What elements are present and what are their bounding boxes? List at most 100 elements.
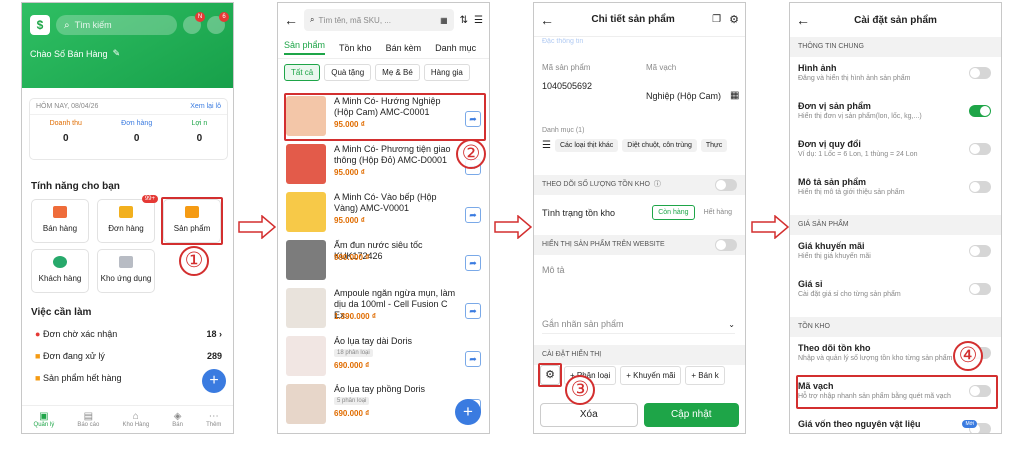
badge: 6 [219, 12, 229, 22]
setting-row[interactable]: Đơn vị sản phẩm Hiển thị đơn vị sản phẩm(… [798, 101, 991, 120]
nav-manage[interactable]: ▣ Quản lý [34, 411, 55, 428]
setting-row[interactable]: Giá khuyến mãi Hiển thị giá khuyến mãi [798, 241, 991, 260]
category-chip[interactable]: Thực [700, 139, 728, 152]
task-row[interactable]: ■ Sản phẩm hết hàng [29, 367, 228, 389]
tab-bar: Sản phẩm Tồn kho Bán kèm Danh mục [278, 37, 489, 59]
barcode-field[interactable]: Nghiệp (Hộp Cam) [646, 91, 721, 101]
section-header: THÔNG TIN CHUNG [790, 37, 1001, 57]
chevron-down-icon[interactable]: ⌄ [728, 320, 735, 329]
settings-icon[interactable]: ⚙ [729, 13, 739, 26]
list-icon[interactable]: ☰ [474, 15, 483, 26]
chip-all[interactable]: Tất cả [284, 63, 321, 81]
setting-row[interactable]: Đơn vị quy đổi Ví dụ: 1 Lốc = 6 Lon, 1 th… [798, 139, 991, 158]
feature-sell[interactable]: Bán hàng [31, 199, 89, 243]
fab-add-button[interactable]: + [202, 369, 226, 393]
setting-row[interactable]: Mô tả sản phẩm Hiển thị mô tả giới thiệu … [798, 177, 991, 196]
update-button[interactable]: Cập nhật [643, 403, 739, 427]
task-row[interactable]: ■ Đơn đang xử lý 289 [29, 345, 228, 367]
share-icon[interactable]: ➦ [465, 303, 481, 319]
share-icon[interactable]: ➦ [465, 207, 481, 223]
category-chip[interactable]: Các loại thịt khác [554, 139, 619, 152]
edit-icon[interactable]: ✎ [113, 48, 121, 59]
product-item[interactable]: A Minh Có- Vào bếp (Hộp Vàng) AMC-V0001 9… [282, 189, 487, 237]
nav-reports[interactable]: ▤ Báo cáo [77, 411, 99, 428]
feature-app-store[interactable]: Kho ứng dụng [97, 249, 155, 293]
home-header: $ ⌕ Tìm kiếm N 6 Chào Số Bán Hàng ✎ [22, 3, 233, 88]
nav-warehouse[interactable]: ⌂ Kho Hàng [122, 411, 149, 428]
product-price: 1.390.000 ₫ [334, 312, 376, 321]
chip-gift[interactable]: Quà tặng [324, 63, 372, 81]
tab-category[interactable]: Danh mục [435, 43, 476, 53]
chip-goods[interactable]: Hàng gia [423, 63, 470, 81]
label-field[interactable]: Gắn nhãn sản phẩm [542, 319, 624, 329]
task-row[interactable]: ● Đơn chờ xác nhận 18 › [29, 323, 228, 345]
share-icon[interactable]: ➦ [465, 351, 481, 367]
setting-row[interactable]: Giá sỉ Cài đặt giá sỉ cho từng sản phẩm [798, 279, 991, 298]
store-icon [53, 206, 67, 218]
arrow-icon [238, 215, 276, 239]
feature-orders[interactable]: Đơn hàng 99+ [97, 195, 158, 243]
stock-out-button[interactable]: Hết hàng [699, 206, 737, 219]
search-input[interactable]: ⌕ Tìm kiếm [56, 15, 177, 35]
description-field[interactable]: Mô tả [542, 265, 565, 275]
setting-toggle[interactable] [969, 67, 991, 79]
notification-icon[interactable]: N [183, 12, 205, 34]
barcode-scan-icon[interactable]: ▦ [730, 90, 739, 101]
store-logo[interactable]: $ [30, 15, 50, 35]
features-title: Tính năng cho bạn [31, 181, 120, 192]
website-toggle[interactable] [715, 239, 737, 251]
sell-icon: ◈ [173, 411, 182, 422]
back-arrow-icon[interactable]: ← [796, 12, 810, 28]
product-item[interactable]: Ấm đun nước siêu tốc KUK172426 990.000 ₫ ➦ [282, 237, 487, 285]
view-again-link[interactable]: Xem lại lô [190, 103, 221, 110]
setting-toggle[interactable] [969, 181, 991, 193]
tab-products[interactable]: Sản phẩm [284, 40, 326, 55]
category-chip[interactable]: Diệt chuột, côn trùng [622, 139, 697, 152]
badge: N [195, 12, 205, 22]
delete-button[interactable]: Xóa [540, 403, 638, 427]
setting-row[interactable]: Hình ảnh Đăng và hiển thị hình ảnh sản ph… [798, 63, 991, 82]
page-title: Cài đặt sản phẩm [854, 14, 937, 26]
users-icon [53, 256, 67, 268]
today-date: HÔM NAY, 08/04/26 [36, 103, 99, 110]
chat-icon[interactable]: 6 [207, 12, 229, 34]
callout-first-product [284, 93, 486, 141]
feature-customers[interactable]: Khách hàng [31, 249, 89, 293]
report-icon: ▤ [83, 411, 94, 422]
add-promo-chip[interactable]: + Khuyến mãi [620, 365, 682, 385]
sku-field[interactable]: 1040505692 [542, 81, 592, 91]
chip-mom-baby[interactable]: Mẹ & Bé [375, 63, 420, 81]
setting-toggle[interactable] [969, 105, 991, 117]
tab-bundle[interactable]: Bán kèm [386, 43, 422, 53]
setting-toggle[interactable] [969, 245, 991, 257]
product-name: Áo lụa tay dài Doris [334, 336, 413, 346]
info-icon[interactable]: ⓘ [654, 175, 661, 195]
track-stock-toggle[interactable] [715, 179, 737, 191]
nav-sell[interactable]: ◈ Bán [172, 411, 183, 428]
scan-icon[interactable]: ▦ [440, 16, 448, 25]
screen-product-detail: ← Chi tiết sản phẩm ❐ ⚙ Đặc thông tin Mã… [533, 2, 746, 434]
nav-more[interactable]: ⋯ Thêm [206, 411, 221, 428]
tab-stock[interactable]: Tồn kho [339, 43, 372, 53]
sort-icon[interactable]: ⇅ [460, 15, 468, 26]
back-arrow-icon[interactable]: ← [284, 12, 298, 28]
arrow-icon [751, 215, 789, 239]
setting-row[interactable]: Giá vốn theo nguyên vật liệu Mới [798, 419, 991, 433]
product-item[interactable]: Áo lụa tay dài Doris 18 phân loại 690.000 … [282, 333, 487, 381]
fab-add-button[interactable]: + [455, 399, 481, 425]
back-arrow-icon[interactable]: ← [540, 12, 554, 28]
screen-home: $ ⌕ Tìm kiếm N 6 Chào Số Bán Hàng ✎ HÔM … [21, 2, 234, 434]
share-icon[interactable]: ➦ [465, 255, 481, 271]
search-input[interactable]: ⌕ Tìm tên, mã SKU, ... ▦ [304, 9, 454, 31]
plus-icon: + [463, 402, 473, 421]
copy-icon[interactable]: ❐ [712, 14, 721, 25]
stock-in-button[interactable]: Còn hàng [652, 205, 695, 220]
product-price: 95.000 ₫ [334, 216, 365, 225]
setting-title: Hình ảnh [798, 63, 837, 73]
setting-toggle[interactable] [969, 283, 991, 295]
setting-toggle[interactable] [969, 143, 991, 155]
add-bundle-chip[interactable]: + Bán k [685, 365, 725, 385]
menu-icon[interactable]: ☰ [542, 140, 551, 151]
tasks-title: Việc cần làm [31, 307, 92, 318]
product-item[interactable]: Ampoule ngăn ngừa mụn, làm dịu da 100ml … [282, 285, 487, 333]
